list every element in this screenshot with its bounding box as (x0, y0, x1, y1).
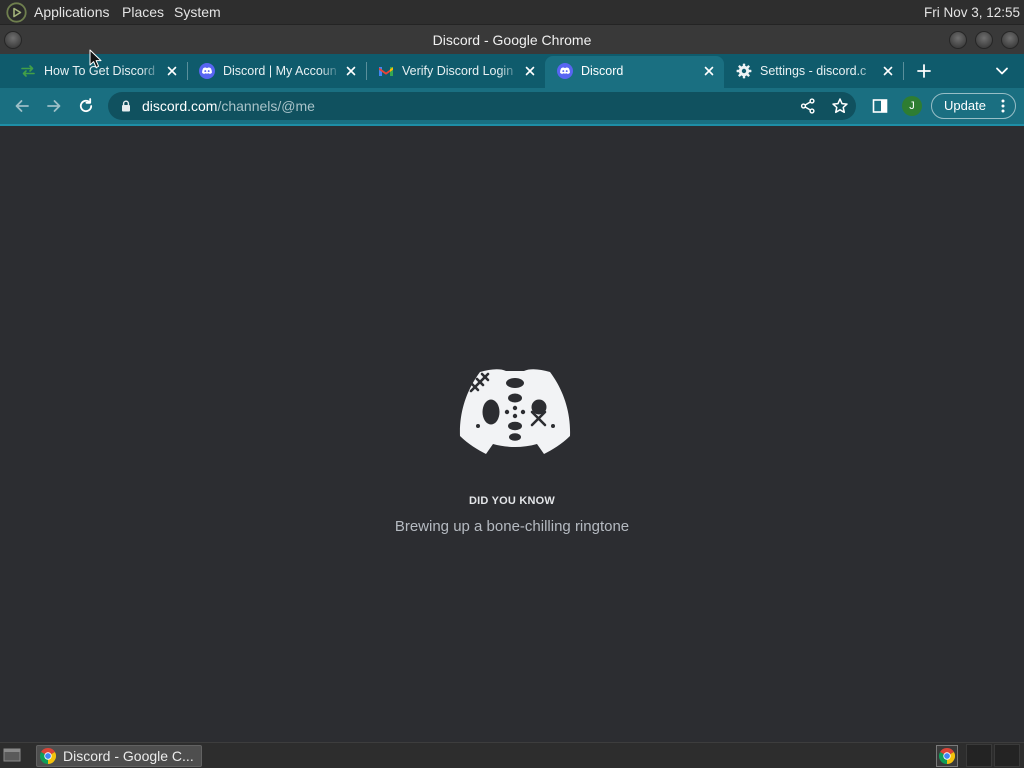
minimize-button[interactable] (949, 31, 967, 49)
side-panel-icon[interactable] (871, 97, 889, 115)
new-tab-plus-icon[interactable] (916, 63, 932, 79)
chevron-down-icon[interactable] (994, 63, 1010, 79)
distro-logo-icon[interactable] (6, 2, 27, 23)
places-menu[interactable]: Places (122, 4, 164, 21)
url-host: discord.com (142, 98, 218, 114)
tab-discord-my-account[interactable]: Discord | My Accoun (187, 56, 366, 88)
applications-menu[interactable]: Applications (34, 4, 110, 21)
lock-icon[interactable] (119, 99, 133, 113)
taskbar-window-button[interactable]: Discord - Google C... (36, 745, 202, 767)
tab-verify-discord-login[interactable]: Verify Discord Login (366, 56, 545, 88)
clock[interactable]: Fri Nov 3, 12:55 (924, 4, 1020, 21)
system-menu[interactable]: System (174, 4, 221, 21)
workspace-2[interactable] (994, 744, 1020, 767)
tab-separator (903, 62, 904, 80)
tab-title: Settings - discord.c (760, 64, 867, 78)
tab-discord[interactable]: Discord (545, 56, 724, 88)
tab-title: Verify Discord Login (402, 64, 514, 78)
discord-zombie-logo (458, 368, 572, 456)
bottom-taskbar: Discord - Google C... (0, 742, 1024, 768)
url-text[interactable]: discord.com/channels/@me (142, 92, 315, 120)
kebab-menu-icon[interactable] (1001, 99, 1005, 113)
show-desktop-icon[interactable] (3, 747, 21, 763)
tab-settings[interactable]: Settings - discord.c (724, 56, 903, 88)
update-button[interactable]: Update (931, 93, 1016, 119)
url-path: /channels/@me (217, 98, 315, 114)
mouse-cursor-icon (89, 49, 102, 69)
tab-title: Discord (581, 64, 624, 78)
loading-tip-text: Brewing up a bone-chilling ringtone (394, 518, 630, 535)
close-tab-icon[interactable] (701, 63, 717, 79)
browser-toolbar: discord.com/channels/@me J Update (0, 88, 1024, 126)
maximize-button[interactable] (975, 31, 993, 49)
back-arrow-icon[interactable] (12, 96, 32, 116)
window-titlebar[interactable]: Discord - Google Chrome (0, 25, 1024, 54)
bookmark-star-icon[interactable] (831, 97, 849, 115)
share-icon[interactable] (799, 97, 817, 115)
chrome-icon (40, 748, 56, 764)
gear-icon (736, 63, 752, 79)
discord-icon (557, 63, 573, 79)
discord-loading-screen: DID YOU KNOW Brewing up a bone-chilling … (0, 126, 1024, 742)
workspace-1[interactable] (966, 744, 992, 767)
forward-arrow-icon[interactable] (44, 96, 64, 116)
profile-avatar[interactable]: J (902, 96, 922, 116)
tab-strip: How To Get Discord Discord | My Accoun V… (0, 54, 1024, 88)
update-button-label: Update (944, 98, 986, 113)
reload-icon[interactable] (76, 96, 96, 116)
close-window-button[interactable] (1001, 31, 1019, 49)
discord-icon (199, 63, 215, 79)
window-title: Discord - Google Chrome (432, 32, 592, 48)
tab-title: How To Get Discord (44, 64, 155, 78)
close-tab-icon[interactable] (880, 63, 896, 79)
address-bar[interactable]: discord.com/channels/@me (108, 92, 856, 120)
tray-chrome-icon[interactable] (936, 745, 958, 767)
tab-title: Discord | My Accoun (223, 64, 337, 78)
top-panel: Applications Places System Fri Nov 3, 12… (0, 0, 1024, 25)
swap-arrows-icon (20, 63, 36, 79)
gmail-icon (378, 63, 394, 79)
taskbar-window-label: Discord - Google C... (63, 748, 194, 764)
close-tab-icon[interactable] (164, 63, 180, 79)
close-tab-icon[interactable] (522, 63, 538, 79)
close-tab-icon[interactable] (343, 63, 359, 79)
tip-heading: DID YOU KNOW (469, 495, 555, 507)
